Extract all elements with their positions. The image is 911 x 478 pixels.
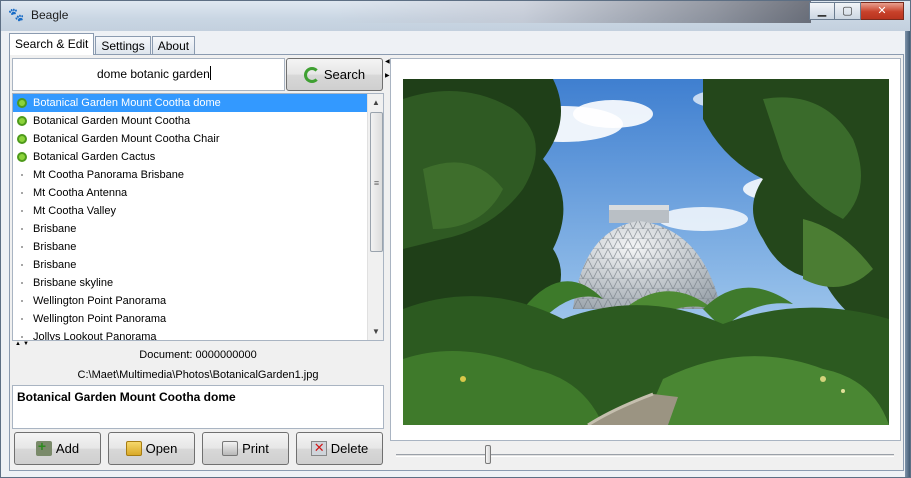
open-button[interactable]: Open [108, 432, 195, 465]
results-list-items: Botanical Garden Mount Cootha dome Botani… [13, 94, 367, 341]
folder-icon [125, 441, 142, 456]
list-item-label: Mt Cootha Valley [33, 205, 116, 217]
results-scrollbar[interactable]: ▲ ≡ ▼ [367, 94, 383, 340]
list-item-label: Brisbane [33, 259, 77, 271]
list-item[interactable]: Brisbane [13, 220, 367, 238]
list-item[interactable]: Botanical Garden Mount Cootha dome [13, 94, 367, 112]
close-button[interactable]: ✕ [861, 2, 904, 20]
list-item-label: Mt Cootha Antenna [33, 187, 128, 199]
list-item[interactable]: Mt Cootha Antenna [13, 184, 367, 202]
list-item-label: Wellington Point Panorama [33, 295, 167, 307]
bullet-dot-icon [21, 246, 23, 248]
list-item[interactable]: Mt Cootha Panorama Brisbane [13, 166, 367, 184]
green-marker-icon [17, 116, 27, 126]
search-button-label: Search [323, 67, 366, 82]
bullet-dot-icon [21, 282, 23, 284]
window-controls: ▁ ▢ ✕ [809, 2, 904, 21]
preview-slider-track[interactable] [396, 454, 894, 457]
search-input[interactable]: dome botanic garden [12, 58, 285, 91]
window-title: Beagle [31, 8, 69, 22]
scroll-down-arrow-icon[interactable]: ▼ [368, 323, 383, 340]
scroll-up-arrow-icon[interactable]: ▲ [368, 94, 383, 111]
bullet-dot-icon [21, 228, 23, 230]
bullet-dot-icon [21, 174, 23, 176]
bullet-dot-icon [21, 192, 23, 194]
splitter-right-arrow-icon[interactable]: ▶ [385, 72, 390, 79]
list-item-label: Mt Cootha Panorama Brisbane [33, 169, 185, 181]
green-marker-icon [17, 98, 27, 108]
tab-bar: Search & Edit Settings About [9, 33, 196, 55]
list-item-label: Brisbane [33, 223, 77, 235]
open-button-label: Open [145, 441, 178, 456]
bullet-dot-icon [21, 264, 23, 266]
splitter-left-arrow-icon[interactable]: ◀ [385, 58, 390, 65]
delete-button-label: Delete [330, 441, 369, 456]
list-item-label: Botanical Garden Mount Cootha [33, 115, 191, 127]
preview-slider-thumb[interactable] [485, 445, 491, 464]
maximize-button[interactable]: ▢ [835, 2, 861, 20]
tab-about[interactable]: About [151, 36, 196, 55]
list-item[interactable]: Botanical Garden Cactus [13, 148, 367, 166]
list-item[interactable]: Mt Cootha Valley [13, 202, 367, 220]
add-button-label: Add [55, 441, 80, 456]
scrollbar-thumb[interactable]: ≡ [370, 112, 383, 252]
list-item[interactable]: Botanical Garden Mount Cootha [13, 112, 367, 130]
bullet-dot-icon [21, 336, 23, 338]
document-title-field[interactable]: Botanical Garden Mount Cootha dome [12, 385, 384, 429]
bullet-dot-icon [21, 300, 23, 302]
list-item-label: Botanical Garden Cactus [33, 151, 156, 163]
title-bar-glare [331, 1, 811, 23]
green-marker-icon [17, 134, 27, 144]
list-item[interactable]: Wellington Point Panorama [13, 292, 367, 310]
photo-preview [403, 79, 889, 425]
list-item[interactable]: Jollys Lookout Panorama [13, 328, 367, 341]
search-button[interactable]: Search [286, 58, 383, 91]
search-query-text: dome botanic garden [97, 67, 210, 81]
beagle-app-icon[interactable]: 🐾 [8, 7, 24, 23]
list-item[interactable]: Botanical Garden Mount Cootha Chair [13, 130, 367, 148]
list-item-label: Wellington Point Panorama [33, 313, 167, 325]
printer-icon [222, 441, 239, 456]
tab-settings[interactable]: Settings [95, 36, 151, 55]
window-right-frame [905, 31, 910, 477]
botanical-dome-photo [403, 79, 889, 425]
green-marker-icon [17, 152, 27, 162]
title-bar[interactable]: 🐾 Beagle ▁ ▢ ✕ [1, 1, 910, 31]
bullet-dot-icon [21, 210, 23, 212]
results-list[interactable]: Botanical Garden Mount Cootha dome Botani… [12, 93, 384, 341]
print-button[interactable]: Print [202, 432, 289, 465]
image-preview-panel [390, 58, 901, 441]
document-number: Document: 0000000000 [139, 349, 257, 361]
list-item-label: Brisbane skyline [33, 277, 114, 289]
document-path: C:\Maet\Multimedia\Photos\BotanicalGarde… [77, 369, 319, 381]
list-item-label: Jollys Lookout Panorama [33, 331, 157, 341]
app-window: 🐾 Beagle ▁ ▢ ✕ Search & Edit Settings Ab… [0, 0, 911, 478]
list-item[interactable]: Brisbane [13, 238, 367, 256]
add-button[interactable]: Add [14, 432, 101, 465]
bullet-dot-icon [21, 318, 23, 320]
list-item-label: Botanical Garden Mount Cootha Chair [33, 133, 220, 145]
list-item[interactable]: Brisbane [13, 256, 367, 274]
refresh-icon [303, 66, 320, 83]
delete-button[interactable]: Delete [296, 432, 383, 465]
minimize-button[interactable]: ▁ [809, 2, 835, 20]
print-button-label: Print [242, 441, 269, 456]
text-caret [209, 66, 211, 80]
list-item-label: Brisbane [33, 241, 77, 253]
delete-icon [310, 440, 327, 456]
tab-search-edit[interactable]: Search & Edit [9, 33, 95, 55]
list-item[interactable]: Brisbane skyline [13, 274, 367, 292]
list-item-label: Botanical Garden Mount Cootha dome [33, 97, 221, 109]
add-icon [35, 438, 52, 456]
list-item[interactable]: Wellington Point Panorama [13, 310, 367, 328]
